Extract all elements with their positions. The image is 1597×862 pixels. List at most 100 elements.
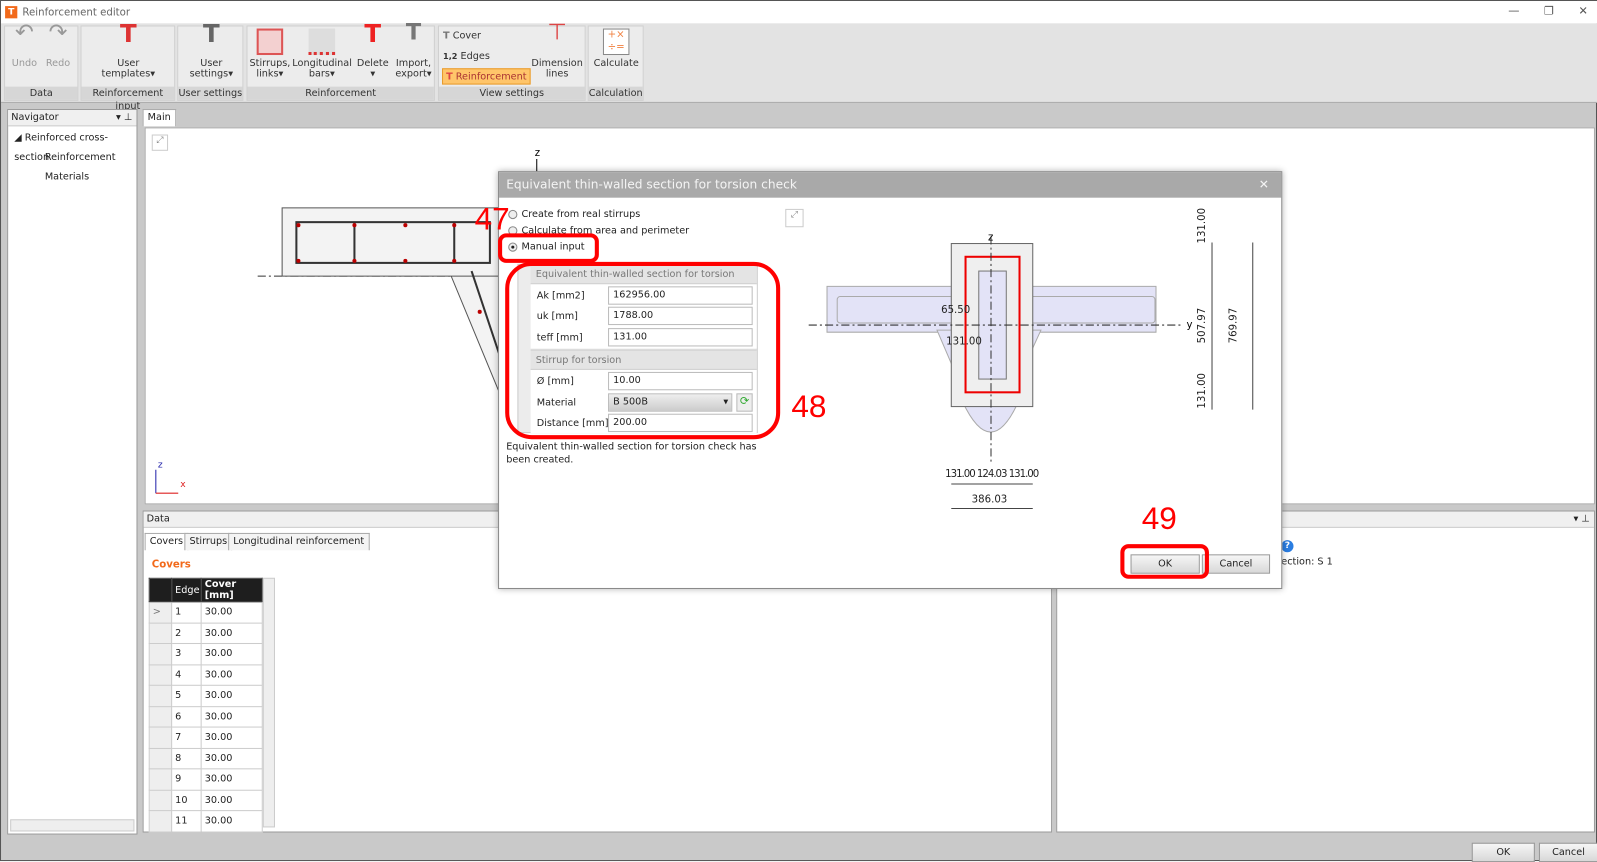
longitudinal-bars-button[interactable]: Longitudinal bars▾ — [292, 28, 352, 80]
table-row[interactable]: 8 30.00 — [148, 747, 263, 770]
table-row[interactable]: 6 30.00 — [148, 705, 263, 728]
table-row[interactable]: 11 30.00 — [148, 810, 263, 833]
import-export-button[interactable]: T Import, export▾ — [393, 22, 434, 80]
cover-cell[interactable]: 30.00 — [200, 622, 263, 644]
group-calculation: +× ÷= Calculate Calculation — [587, 25, 644, 101]
row-selector[interactable]: > — [148, 601, 173, 624]
dim-width: 386.03 — [971, 494, 1008, 506]
dimension-lines-button[interactable]: ⊤ Dimension lines — [531, 22, 584, 80]
axis-z-label: z — [535, 148, 540, 159]
tab-longitudinal[interactable]: Longitudinal reinforcement — [228, 532, 370, 551]
table-row[interactable]: 2 30.00 — [148, 622, 263, 644]
user-templates-button[interactable]: T User templates▾ — [92, 21, 165, 80]
stirrups-links-button[interactable]: Stirrups, links▾ — [250, 28, 290, 80]
group-label: Reinforcement — [247, 86, 434, 100]
svg-text:z: z — [988, 232, 993, 243]
dialog-title-bar: Equivalent thin-walled section for torsi… — [499, 172, 1282, 198]
group-label: Reinforcement input — [81, 86, 175, 112]
row-selector[interactable] — [148, 810, 173, 833]
radio-real-stirrups[interactable]: Create from real stirrups — [508, 209, 640, 220]
cover-cell[interactable]: 30.00 — [200, 726, 263, 749]
cover-cell[interactable]: 30.00 — [200, 684, 263, 707]
dim-total: 769.97 — [1228, 307, 1240, 344]
row-selector[interactable] — [148, 622, 173, 644]
dim-label: 65.50 — [941, 304, 971, 316]
axis-z-indicator: z — [157, 460, 163, 471]
restore-button[interactable]: ❐ — [1544, 4, 1554, 17]
footer-ok-button[interactable]: OK — [1471, 842, 1535, 862]
window-title: Reinforcement editor — [22, 6, 131, 18]
undo-icon: ↶ — [15, 20, 34, 46]
row-selector[interactable] — [148, 705, 173, 728]
row-selector[interactable] — [148, 726, 173, 749]
row-selector[interactable] — [148, 768, 173, 791]
cover-cell[interactable]: 30.00 — [200, 747, 263, 770]
cover-cell[interactable]: 30.00 — [200, 663, 263, 686]
row-selector[interactable] — [148, 684, 173, 707]
edge-cell: 10 — [171, 789, 202, 812]
undo-button[interactable]: ↶ Undo — [9, 20, 40, 70]
col-edge: Edge — [171, 577, 202, 603]
annotation-box-48 — [505, 261, 781, 440]
nav-item-materials[interactable]: Materials — [8, 167, 136, 186]
delete-icon: T — [364, 19, 382, 48]
row-selector[interactable] — [148, 789, 173, 812]
edge-cell: 1 — [171, 601, 202, 624]
cover-toggle[interactable]: T Cover — [443, 31, 481, 42]
tab-covers[interactable]: Covers — [144, 532, 189, 551]
dim-bottom: 131.00 — [1196, 372, 1208, 409]
cover-cell[interactable]: 30.00 — [200, 705, 263, 728]
table-row[interactable]: 10 30.00 — [148, 789, 263, 812]
title-bar: T Reinforcement editor — ❐ ✕ — [1, 1, 1597, 24]
row-selector[interactable] — [148, 643, 173, 665]
dialog-cancel-button[interactable]: Cancel — [1201, 554, 1271, 574]
dim-top: 131.00 — [1196, 207, 1208, 244]
ribbon: ↶ Undo ↷ Redo Data T User templates▾ Reinfo… — [1, 19, 1597, 112]
table-row[interactable]: 5 30.00 — [148, 684, 263, 707]
cover-cell[interactable]: 30.00 — [200, 643, 263, 665]
group-label: View settings — [438, 86, 585, 100]
fit-view-icon[interactable]: ⤢ — [785, 208, 804, 228]
delete-button[interactable]: T Delete ▾ — [353, 19, 392, 80]
cover-cell[interactable]: 30.00 — [200, 768, 263, 791]
edge-cell: 6 — [171, 705, 202, 728]
row-selector[interactable] — [148, 747, 173, 770]
horizontal-scrollbar[interactable] — [10, 819, 135, 832]
reinforcement-toggle[interactable]: T Reinforcement — [442, 68, 531, 85]
calculator-icon: +× ÷= — [602, 28, 630, 56]
cover-cell[interactable]: 30.00 — [200, 810, 263, 833]
reinforcement-icon: T — [446, 70, 453, 83]
row-selector[interactable] — [148, 663, 173, 686]
group-label: User settings — [178, 86, 243, 100]
user-settings-button[interactable]: T User settings▾ — [183, 21, 239, 80]
table-row[interactable]: >1 30.00 — [148, 601, 263, 624]
covers-table: Edge Cover [mm] >1 30.00 2 30.00 3 30.00 4 30.00… — [148, 577, 263, 833]
edges-toggle[interactable]: 1,2 Edges — [443, 51, 490, 62]
table-row[interactable]: 7 30.00 — [148, 726, 263, 749]
dialog-title: Equivalent thin-walled section for torsi… — [506, 177, 797, 192]
table-scrollbar[interactable] — [262, 577, 275, 828]
minimize-button[interactable]: — — [1508, 4, 1519, 17]
nav-item-cross-section[interactable]: ◢ Reinforced cross-section — [8, 128, 136, 163]
group-reinforcement: Stirrups, links▾ Longitudinal bars▾ T Del… — [246, 19, 435, 101]
dim-middle: 507.97 — [1196, 307, 1208, 344]
tab-stirrups[interactable]: Stirrups — [184, 532, 233, 551]
redo-icon: ↷ — [48, 20, 68, 46]
group-label: Calculation — [588, 86, 643, 100]
tab-main[interactable]: Main — [142, 109, 176, 127]
edges-icon: 1,2 — [443, 51, 458, 62]
table-row[interactable]: 3 30.00 — [148, 643, 263, 665]
dialog-close-icon[interactable]: ✕ — [1259, 172, 1269, 197]
cover-cell[interactable]: 30.00 — [200, 789, 263, 812]
pin-icon[interactable]: ▾ ⊥ — [116, 110, 132, 126]
cover-icon: T — [443, 30, 450, 42]
pin-icon[interactable]: ▾ ⊥ — [1574, 512, 1590, 528]
footer-cancel-button[interactable]: Cancel — [1538, 842, 1597, 862]
redo-button[interactable]: ↷ Redo — [43, 20, 74, 70]
table-row[interactable]: 4 30.00 — [148, 663, 263, 686]
calculate-button[interactable]: +× ÷= Calculate — [592, 28, 641, 70]
close-window-button[interactable]: ✕ — [1578, 4, 1587, 17]
cover-cell[interactable]: 30.00 — [200, 601, 263, 624]
edge-cell: 3 — [171, 643, 202, 665]
table-row[interactable]: 9 30.00 — [148, 768, 263, 791]
